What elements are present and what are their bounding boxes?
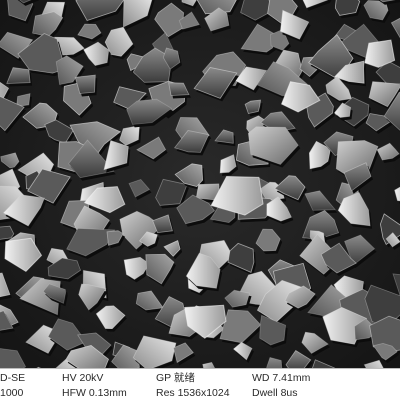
detector-label: D-SE: [0, 372, 26, 384]
sem-viewer: D-SE HV 20kV GP 就绪 WD 7.41mm 1000 HFW 0.…: [0, 0, 400, 400]
resolution-label: Res 1536x1024: [156, 387, 230, 399]
high-voltage-label: HV 20kV: [62, 372, 104, 384]
working-distance-label: WD 7.41mm: [252, 372, 311, 384]
field-width-label: HFW 0.13mm: [62, 387, 127, 399]
gp-status-label: GP 就绪: [156, 372, 195, 384]
magnification-label: 1000: [0, 387, 24, 399]
dwell-time-label: Dwell 8us: [252, 387, 298, 399]
sem-info-bar: D-SE HV 20kV GP 就绪 WD 7.41mm 1000 HFW 0.…: [0, 368, 400, 400]
sem-micrograph: [0, 0, 400, 368]
